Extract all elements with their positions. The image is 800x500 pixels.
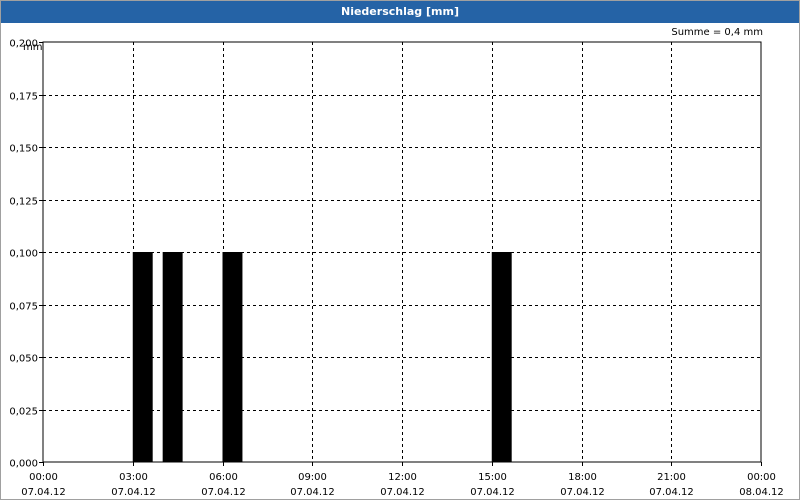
y-tick-label: 0,050 — [9, 354, 38, 365]
x-tick-label-date: 07.04.12 — [380, 487, 425, 498]
precipitation-bar — [162, 252, 183, 462]
y-tick-label: 0,125 — [9, 197, 38, 208]
x-tick-label-time: 15:00 — [478, 472, 507, 483]
precipitation-bar — [132, 252, 153, 462]
y-tick-label: 0,100 — [9, 249, 38, 260]
x-tick-label-date: 07.04.12 — [560, 487, 605, 498]
chart-window: Niederschlag [mm] mm Summe = 0,4 mm 0,00… — [0, 0, 800, 500]
y-tick-label: 0,025 — [9, 407, 38, 418]
x-tick-label-time: 03:00 — [119, 472, 148, 483]
x-tick-label-date: 07.04.12 — [21, 487, 66, 498]
x-tick-label-date: 08.04.12 — [739, 487, 784, 498]
x-tick-label-time: 12:00 — [388, 472, 417, 483]
precipitation-bar — [222, 252, 243, 462]
x-tick-label-time: 09:00 — [298, 472, 327, 483]
x-tick-label-time: 18:00 — [568, 472, 597, 483]
precipitation-bar — [491, 252, 512, 462]
y-tick-label: 0,075 — [9, 302, 38, 313]
x-tick-label-time: 06:00 — [209, 472, 238, 483]
y-tick-label: 0,000 — [9, 459, 38, 470]
x-tick-label-date: 07.04.12 — [470, 487, 515, 498]
y-tick-label: 0,200 — [9, 39, 38, 50]
precipitation-chart: 0,000 0,025 0,050 0,075 0,100 0,125 0,150 0,175… — [9, 39, 783, 499]
label-layer: 0,000 0,025 0,050 0,075 0,100 0,125 0,150 0,175… — [9, 39, 783, 499]
y-tick-label: 0,175 — [9, 92, 38, 103]
x-tick-label-time: 00:00 — [747, 472, 776, 483]
x-tick-label-date: 07.04.12 — [201, 487, 246, 498]
x-tick-label-date: 07.04.12 — [111, 487, 156, 498]
x-tick-label-date: 07.04.12 — [290, 487, 335, 498]
x-tick-label-date: 07.04.12 — [649, 487, 694, 498]
x-tick-label-time: 00:00 — [29, 472, 58, 483]
x-tick-label-time: 21:00 — [657, 472, 686, 483]
y-tick-label: 0,150 — [9, 144, 38, 155]
